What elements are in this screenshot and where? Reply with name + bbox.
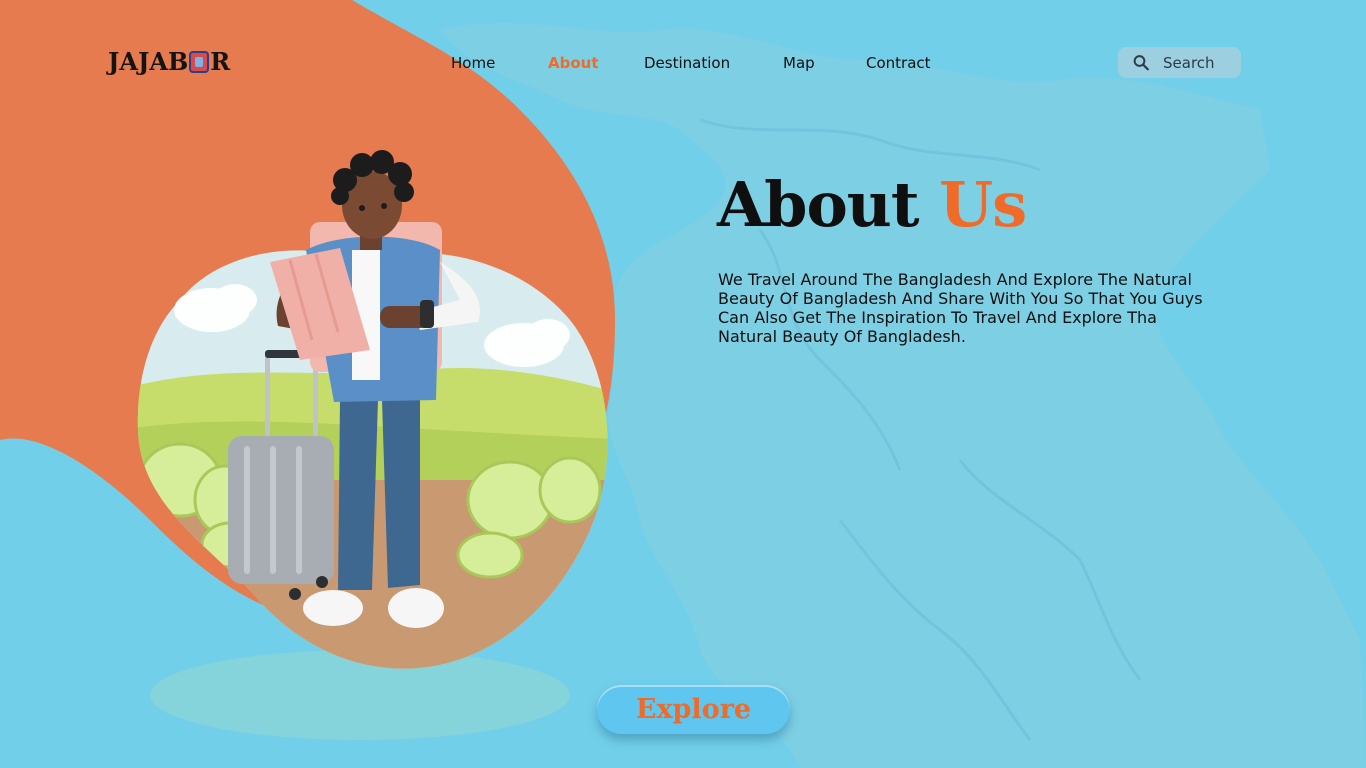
logo-text-left: JAJAB [108,47,189,76]
page-title: About Us [717,163,1027,247]
orange-blob [0,0,615,629]
nav-destination[interactable]: Destination [644,52,730,74]
search-input[interactable] [1163,53,1241,72]
nav-map[interactable]: Map [783,52,815,74]
search-icon [1133,55,1149,71]
about-description: We Travel Around The Bangladesh And Expl… [718,270,1203,346]
page-title-main: About [717,168,920,241]
brand-logo[interactable]: JAJAB R [108,48,230,76]
explore-button[interactable]: Explore [597,685,790,734]
nav-about[interactable]: About [548,52,599,74]
background-art [0,0,1366,768]
nav-contract[interactable]: Contract [866,52,931,74]
search-box[interactable] [1118,47,1241,78]
logo-badge-icon [189,51,210,73]
logo-text-right: R [210,47,231,76]
nav-home[interactable]: Home [451,52,495,74]
page-title-accent: Us [939,168,1027,241]
